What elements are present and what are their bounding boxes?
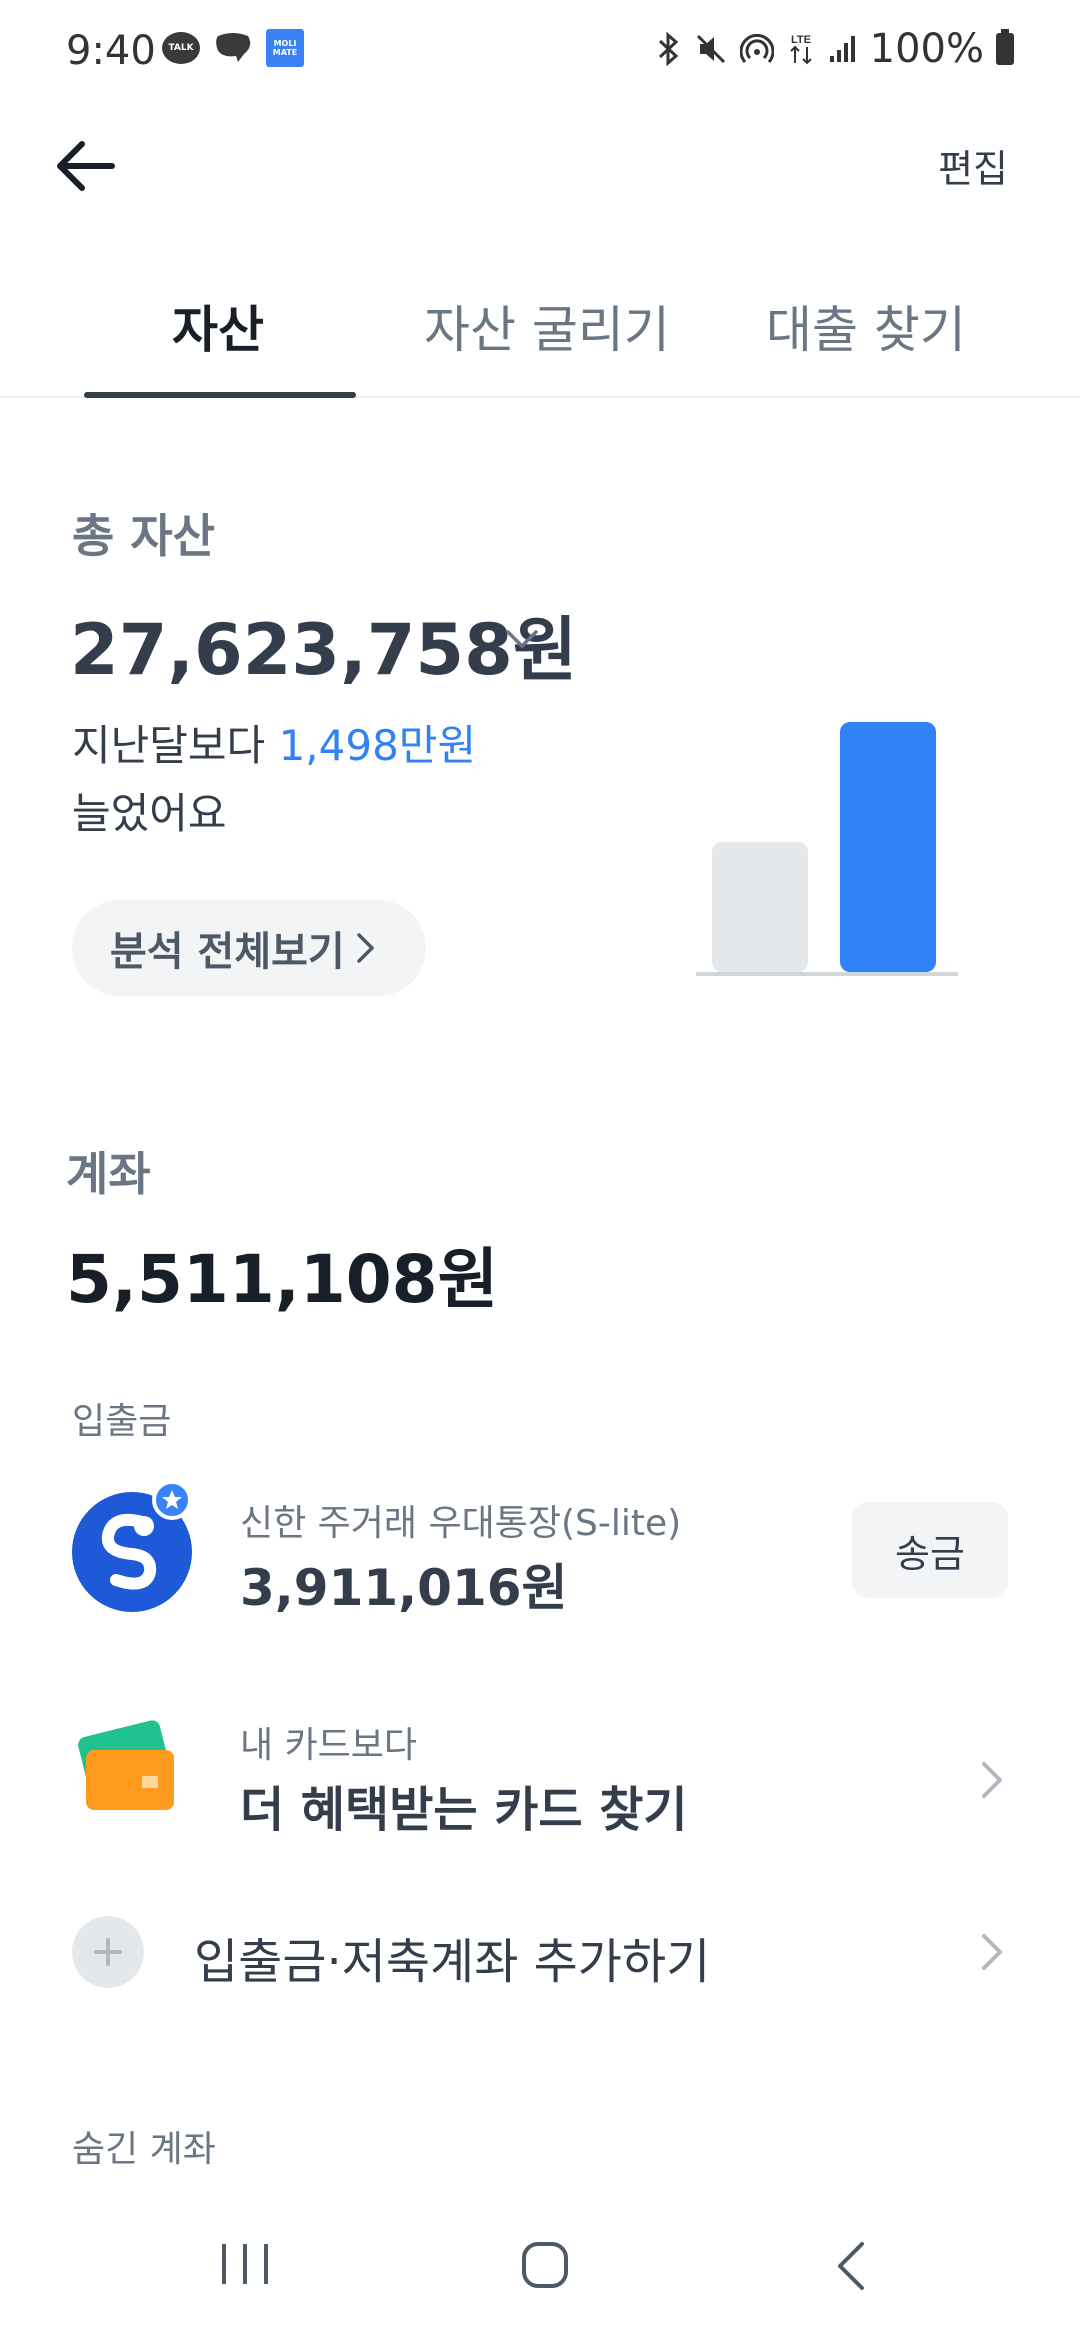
card-promo-row[interactable]: 내 카드보다 더 혜택받는 카드 찾기 — [0, 1700, 1080, 1860]
home-icon[interactable] — [520, 2240, 570, 2290]
status-bar: 9:40 TALK MOLI MATE LTE 100% — [0, 0, 1080, 100]
molimate-icon: MOLI MATE — [266, 29, 304, 67]
system-status: LTE 100% — [656, 26, 1014, 72]
chart-bar-2 — [840, 722, 936, 972]
tab-grow-assets[interactable]: 자산 굴리기 — [424, 290, 670, 362]
add-account-row[interactable]: 입출금·저축계좌 추가하기 — [0, 1916, 1080, 2036]
lte-icon: LTE — [789, 34, 812, 65]
kakaotalk-icon: TALK — [162, 32, 200, 64]
recent-apps-icon[interactable] — [218, 2240, 272, 2288]
transfer-button[interactable]: 송금 — [852, 1502, 1008, 1598]
account-name: 신한 주거래 우대통장(S-lite) — [240, 1503, 682, 1544]
monthly-comparison: 지난달보다 1,498만원 — [72, 712, 476, 773]
tab-find-loan[interactable]: 대출 찾기 — [766, 290, 966, 362]
add-account-label: 입출금·저축계좌 추가하기 — [194, 1934, 711, 1990]
battery-icon — [996, 29, 1014, 65]
hotspot-icon — [739, 33, 774, 63]
active-tab-indicator — [84, 392, 356, 398]
chart-bar-1 — [712, 842, 808, 972]
asset-comparison-chart — [696, 722, 958, 976]
battery-level: 100% — [869, 26, 984, 72]
lte-label: LTE — [791, 34, 811, 46]
status-time: 9:40 — [66, 28, 156, 74]
mute-icon — [696, 34, 725, 64]
analysis-button-label: 분석 전체보기 — [110, 929, 345, 975]
comparison-prefix: 지난달보다 — [72, 721, 266, 770]
comparison-suffix: 늘었어요 — [72, 789, 227, 838]
tab-assets[interactable]: 자산 — [172, 290, 264, 362]
chevron-right-icon — [356, 933, 374, 963]
chevron-right-icon — [982, 1934, 1002, 1970]
account-row[interactable]: 신한 주거래 우대통장(S-lite) 3,911,016원 송금 — [0, 1480, 1080, 1640]
notification-icons: TALK MOLI MATE — [162, 29, 304, 67]
system-nav-bar — [0, 2220, 1080, 2340]
view-full-analysis-button[interactable]: 분석 전체보기 — [72, 900, 426, 996]
deposit-section-label: 입출금 — [72, 1401, 172, 1442]
plus-icon — [72, 1916, 144, 1988]
edit-button[interactable]: 편집 — [938, 138, 1008, 193]
tab-bar: 자산 자산 굴리기 대출 찾기 — [0, 270, 1080, 398]
total-assets-label: 총 자산 — [72, 509, 215, 563]
accounts-total-value: 5,511,108원 — [66, 1241, 499, 1318]
hidden-accounts-label[interactable]: 숨긴 계좌 — [72, 2120, 216, 2172]
arrow-left-icon[interactable] — [50, 130, 122, 202]
bluetooth-icon — [658, 32, 678, 66]
favorite-star-icon — [152, 1480, 192, 1520]
signal-icon — [829, 36, 855, 62]
chevron-down-icon[interactable] — [500, 616, 544, 660]
accounts-label: 계좌 — [66, 1147, 151, 1201]
credit-card-icon — [78, 1720, 174, 1810]
card-promo-subtitle: 내 카드보다 — [240, 1725, 418, 1766]
back-icon[interactable] — [830, 2240, 870, 2292]
account-balance: 3,911,016원 — [240, 1559, 568, 1617]
comparison-amount: 1,498만원 — [278, 721, 477, 770]
card-promo-title: 더 혜택받는 카드 찾기 — [240, 1782, 688, 1838]
chevron-right-icon — [982, 1762, 1002, 1798]
chat-bubble-icon — [216, 33, 251, 62]
